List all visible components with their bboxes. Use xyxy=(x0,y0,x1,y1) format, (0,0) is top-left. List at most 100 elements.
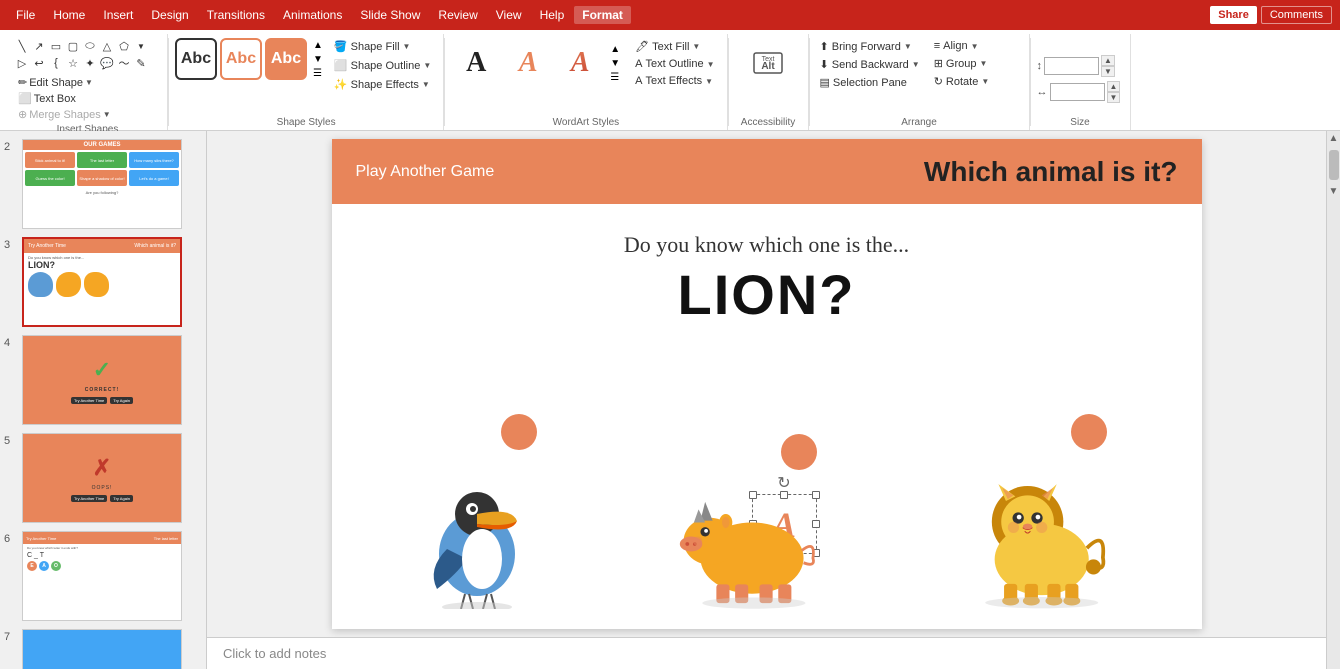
shape-style-1[interactable]: Abc xyxy=(175,38,217,80)
wordart-expand[interactable]: ☰ xyxy=(607,71,623,84)
merge-dropdown[interactable]: ▼ xyxy=(103,110,111,119)
triangle-icon[interactable]: △ xyxy=(99,38,115,54)
shape-effects-button[interactable]: ✨ Shape Effects ▼ xyxy=(328,76,437,93)
slide-thumb-5[interactable]: 5 ✗ OOPS! Try Another Time Try Again xyxy=(4,433,202,523)
star4-icon[interactable]: ✦ xyxy=(82,55,98,71)
bent-arrow-icon[interactable]: ↩ xyxy=(31,55,47,71)
bring-forward-dropdown[interactable]: ▼ xyxy=(904,42,912,51)
share-button[interactable]: Share xyxy=(1210,6,1257,24)
shape-outline-dropdown[interactable]: ▼ xyxy=(423,61,431,70)
bring-forward-button[interactable]: ⬆ Bring Forward ▼ xyxy=(816,38,924,55)
slide-img-3[interactable]: Try Another Time Which animal is it? Do … xyxy=(22,237,182,327)
height-up[interactable]: ▲ xyxy=(1101,55,1115,66)
menu-insert[interactable]: Insert xyxy=(95,6,141,24)
wordart-style-1[interactable]: A xyxy=(451,38,501,88)
slide-thumb-3[interactable]: 3 Try Another Time Which animal is it? D… xyxy=(4,237,202,327)
line-icon[interactable]: ╲ xyxy=(14,38,30,54)
slide-canvas[interactable]: Play Another Game Which animal is it? Do… xyxy=(332,139,1202,629)
rect-icon[interactable]: ▭ xyxy=(48,38,64,54)
slide-img-4[interactable]: ✓ CORRECT! Try Another Time Try Again xyxy=(22,335,182,425)
rhino-badge[interactable] xyxy=(781,434,817,470)
notes-area[interactable]: Click to add notes xyxy=(207,637,1326,669)
scroll-thumb[interactable] xyxy=(1329,150,1339,180)
bracket-icon[interactable]: { xyxy=(48,55,64,71)
wordart-style-2[interactable]: A xyxy=(503,38,553,88)
slide-img-6[interactable]: Try Another Time The last letter Do you … xyxy=(22,531,182,621)
text-outline-dropdown[interactable]: ▼ xyxy=(707,60,715,69)
menu-animations[interactable]: Animations xyxy=(275,6,350,24)
slide-img-2[interactable]: OUR GAMES Stick animal to it! The last l… xyxy=(22,139,182,229)
shape-fill-dropdown[interactable]: ▼ xyxy=(403,42,411,51)
menu-file[interactable]: File xyxy=(8,6,43,24)
shape-outline-button[interactable]: ⬜ Shape Outline ▼ xyxy=(328,57,437,74)
menu-format[interactable]: Format xyxy=(574,6,631,24)
slide-thumb-7[interactable]: 7 xyxy=(4,629,202,669)
menu-slideshow[interactable]: Slide Show xyxy=(352,6,428,24)
shape-fill-button[interactable]: 🪣 Shape Fill ▼ xyxy=(328,38,437,55)
height-down[interactable]: ▼ xyxy=(1101,66,1115,77)
lion-badge[interactable] xyxy=(1071,414,1107,450)
menu-home[interactable]: Home xyxy=(45,6,93,24)
toucan-badge[interactable] xyxy=(501,414,537,450)
send-backward-button[interactable]: ⬇ Send Backward ▼ xyxy=(816,56,924,73)
text-effects-dropdown[interactable]: ▼ xyxy=(705,77,713,86)
rotate-dropdown[interactable]: ▼ xyxy=(981,77,989,86)
width-down[interactable]: ▼ xyxy=(1107,92,1121,103)
height-input[interactable]: 0.53" xyxy=(1044,57,1099,75)
text-fill-dropdown[interactable]: ▼ xyxy=(692,42,700,51)
menu-design[interactable]: Design xyxy=(143,6,196,24)
rounded-rect-icon[interactable]: ▢ xyxy=(65,38,81,54)
alt-text-button[interactable]: Alt Text xyxy=(743,38,793,88)
slide-header: Play Another Game Which animal is it? xyxy=(332,139,1202,204)
style-expand[interactable]: ☰ xyxy=(310,67,326,80)
callout-icon[interactable]: 💬 xyxy=(99,55,115,71)
group-button[interactable]: ⊞ Group ▼ xyxy=(930,55,994,72)
text-outline-button[interactable]: A Text Outline ▼ xyxy=(629,56,720,72)
width-input[interactable]: 0.52" xyxy=(1050,83,1105,101)
style-down[interactable]: ▼ xyxy=(310,53,326,66)
merge-shapes-button[interactable]: ⊕ Merge Shapes ▼ xyxy=(14,107,115,122)
shape-style-3[interactable]: Abc xyxy=(265,38,307,80)
slide-thumb-6[interactable]: 6 Try Another Time The last letter Do yo… xyxy=(4,531,202,621)
vertical-scrollbar[interactable]: ▲ ▼ xyxy=(1326,131,1340,669)
menu-view[interactable]: View xyxy=(488,6,530,24)
text-effects-button[interactable]: A Text Effects ▼ xyxy=(629,73,720,89)
send-backward-dropdown[interactable]: ▼ xyxy=(912,60,920,69)
menu-transitions[interactable]: Transitions xyxy=(199,6,273,24)
slide-img-7[interactable] xyxy=(22,629,182,669)
shape-effects-dropdown[interactable]: ▼ xyxy=(422,80,430,89)
triangle2-icon[interactable]: ▷ xyxy=(14,55,30,71)
slide-num-5: 5 xyxy=(4,435,18,447)
edit-shape-button[interactable]: ✏ Edit Shape ▼ xyxy=(14,75,115,90)
wordart-down[interactable]: ▼ xyxy=(607,57,623,70)
wordart-style-3[interactable]: A xyxy=(555,38,605,88)
slide-thumb-2[interactable]: 2 OUR GAMES Stick animal to it! The last… xyxy=(4,139,202,229)
style-arrows: ▲ ▼ ☰ xyxy=(310,39,326,80)
wordart-up[interactable]: ▲ xyxy=(607,43,623,56)
pentagon-icon[interactable]: ⬠ xyxy=(116,38,132,54)
menu-help[interactable]: Help xyxy=(532,6,573,24)
edit-shape-dropdown[interactable]: ▼ xyxy=(85,78,93,87)
oval-icon[interactable]: ⬭ xyxy=(82,38,98,54)
selection-pane-button[interactable]: ▤ Selection Pane xyxy=(816,74,924,91)
more-shapes-icon[interactable]: ▼ xyxy=(133,38,149,54)
slide-thumb-4[interactable]: 4 ✓ CORRECT! Try Another Time Try Again xyxy=(4,335,202,425)
width-up[interactable]: ▲ xyxy=(1107,81,1121,92)
style-up[interactable]: ▲ xyxy=(310,39,326,52)
star5-icon[interactable]: ☆ xyxy=(65,55,81,71)
menu-review[interactable]: Review xyxy=(430,6,485,24)
scroll-down-arrow[interactable]: ▼ xyxy=(1329,186,1339,197)
comments-button[interactable]: Comments xyxy=(1261,6,1332,24)
freeform-icon[interactable]: ✎ xyxy=(133,55,149,71)
align-dropdown[interactable]: ▼ xyxy=(971,42,979,51)
scroll-up-arrow[interactable]: ▲ xyxy=(1329,133,1339,144)
shape-style-2[interactable]: Abc xyxy=(220,38,262,80)
wave-icon[interactable]: 〜 xyxy=(116,55,132,71)
group-dropdown[interactable]: ▼ xyxy=(980,59,988,68)
align-button[interactable]: ≡ Align ▼ xyxy=(930,38,994,54)
text-box-button[interactable]: ⬜ Text Box xyxy=(14,91,115,106)
text-fill-button[interactable]: 🖊 Text Fill ▼ xyxy=(629,38,720,55)
arrow-icon[interactable]: ↗ xyxy=(31,38,47,54)
rotate-button[interactable]: ↻ Rotate ▼ xyxy=(930,73,994,90)
slide-img-5[interactable]: ✗ OOPS! Try Another Time Try Again xyxy=(22,433,182,523)
